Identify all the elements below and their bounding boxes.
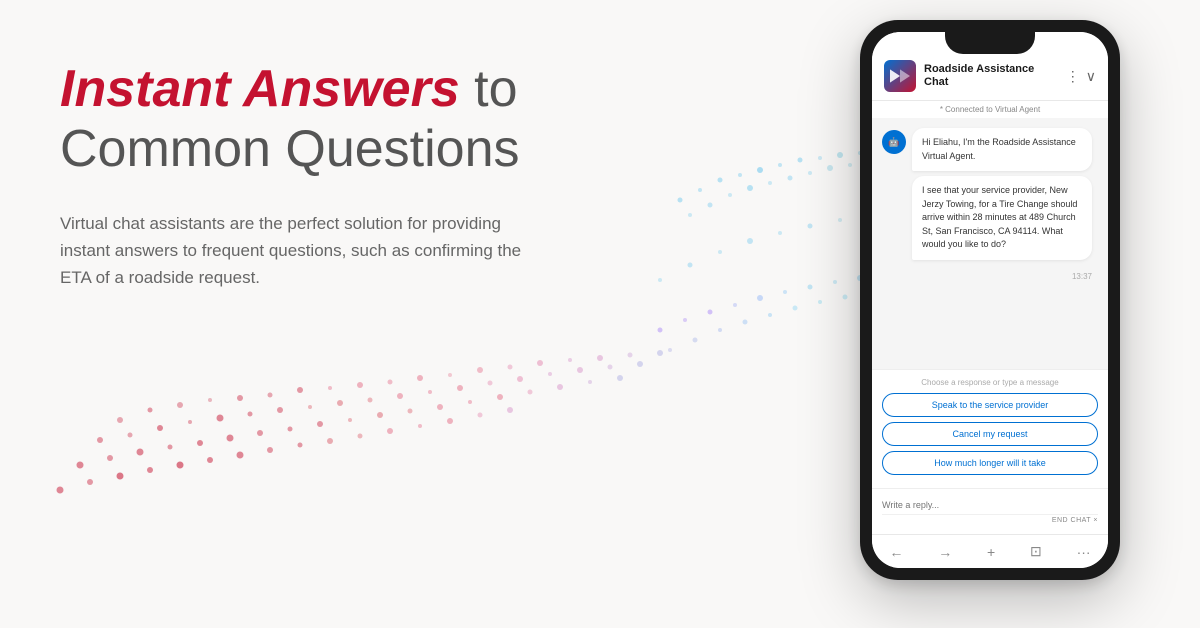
phone-outer-frame: Roadside Assistance Chat ⋮ ∨ * Connected…	[860, 20, 1120, 580]
headline-accent: Instant Answers	[60, 60, 460, 118]
agent-message-bubble: I see that your service provider, New Je…	[912, 176, 1092, 260]
response-hint: Choose a response or type a message	[882, 378, 1098, 387]
phone-screen: Roadside Assistance Chat ⋮ ∨ * Connected…	[872, 32, 1108, 568]
agent-message-container: 🤖 Hi Eliahu, I'm the Roadside Assistance…	[882, 128, 1098, 260]
chat-input[interactable]	[882, 496, 1098, 514]
phone-mockup: Roadside Assistance Chat ⋮ ∨ * Connected…	[860, 20, 1120, 580]
response-area: Choose a response or type a message Spea…	[872, 369, 1108, 488]
chat-title-area: Roadside Assistance Chat	[924, 63, 1058, 89]
agent-greeting-text: Hi Eliahu, I'm the Roadside Assistance V…	[922, 137, 1076, 161]
phone-notch	[945, 32, 1035, 54]
phone-nav-bar: ← → + ⊡ ···	[872, 534, 1108, 568]
response-button-1[interactable]: Cancel my request	[882, 422, 1098, 446]
main-headline: Instant Answers to Common Questions	[60, 60, 580, 180]
chat-main: 🤖 Hi Eliahu, I'm the Roadside Assistance…	[872, 118, 1108, 568]
screen-content: Roadside Assistance Chat ⋮ ∨ * Connected…	[872, 32, 1108, 568]
forward-nav-icon[interactable]: →	[938, 544, 952, 560]
description-text: Virtual chat assistants are the perfect …	[60, 210, 530, 292]
chevron-down-icon[interactable]: ∨	[1086, 68, 1096, 85]
agent-avatar: 🤖	[882, 130, 906, 154]
end-chat-bar: END CHAT ×	[882, 514, 1098, 528]
response-button-2[interactable]: How much longer will it take	[882, 451, 1098, 475]
header-icons[interactable]: ⋮ ∨	[1066, 68, 1096, 85]
add-nav-icon[interactable]: +	[987, 544, 995, 560]
agent-avatar-icon: 🤖	[888, 137, 899, 148]
chat-scrollable: 🤖 Hi Eliahu, I'm the Roadside Assistance…	[872, 118, 1108, 369]
end-chat-button[interactable]: END CHAT ×	[1052, 517, 1098, 524]
more-nav-icon[interactable]: ···	[1077, 544, 1091, 560]
back-nav-icon[interactable]: ←	[889, 544, 903, 560]
message-timestamp: 13:37	[882, 268, 1098, 285]
more-icon[interactable]: ⋮	[1066, 68, 1080, 85]
chat-input-area: END CHAT ×	[872, 488, 1108, 534]
connected-status: * Connected to Virtual Agent	[872, 101, 1108, 118]
left-panel: Instant Answers to Common Questions Virt…	[60, 60, 580, 291]
chat-title: Roadside Assistance Chat	[924, 63, 1058, 89]
tabs-nav-icon[interactable]: ⊡	[1030, 543, 1042, 560]
agent-message-text: I see that your service provider, New Je…	[922, 185, 1077, 249]
response-button-0[interactable]: Speak to the service provider	[882, 393, 1098, 417]
agent-greeting-bubble: Hi Eliahu, I'm the Roadside Assistance V…	[912, 128, 1092, 171]
chat-logo	[884, 60, 916, 92]
